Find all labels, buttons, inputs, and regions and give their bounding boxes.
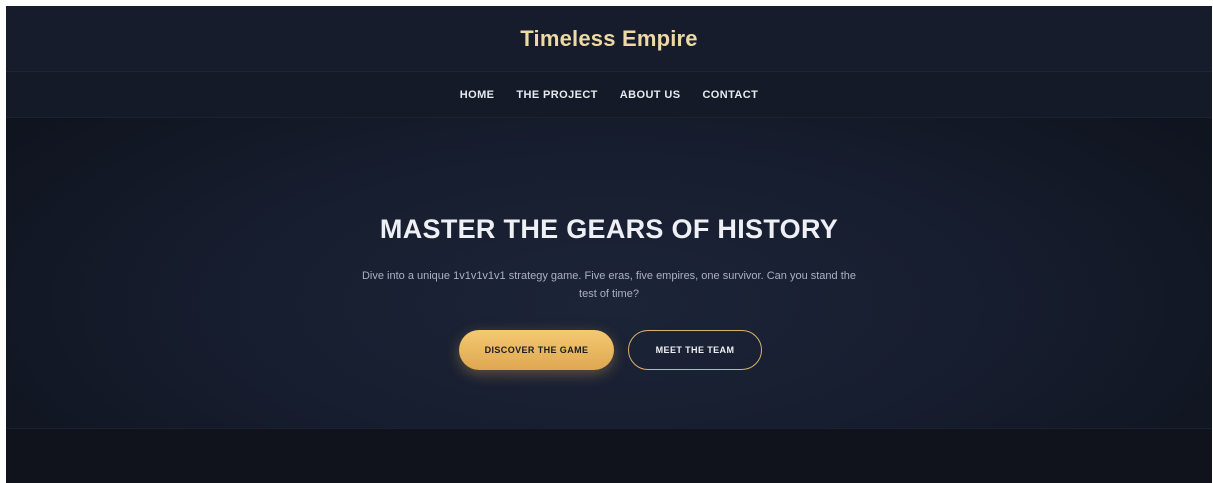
meet-the-team-button[interactable]: MEET THE TEAM [628,330,762,370]
nav-link-contact[interactable]: CONTACT [702,89,758,101]
main-nav: HOME THE PROJECT ABOUT US CONTACT [6,72,1212,118]
page-viewport: Timeless Empire HOME THE PROJECT ABOUT U… [6,6,1212,483]
hero-section: MASTER THE GEARS OF HISTORY Dive into a … [6,118,1212,429]
nav-link-home[interactable]: HOME [460,89,495,101]
hero-title: MASTER THE GEARS OF HISTORY [379,214,839,244]
site-header: Timeless Empire [6,6,1212,72]
site-title[interactable]: Timeless Empire [520,26,697,52]
nav-link-the-project[interactable]: THE PROJECT [516,89,597,101]
discover-the-game-button[interactable]: DISCOVER THE GAME [459,330,614,370]
nav-link-about-us[interactable]: ABOUT US [620,89,681,101]
hero-subtitle: Dive into a unique 1v1v1v1v1 strategy ga… [361,270,857,300]
lower-section [6,429,1212,483]
